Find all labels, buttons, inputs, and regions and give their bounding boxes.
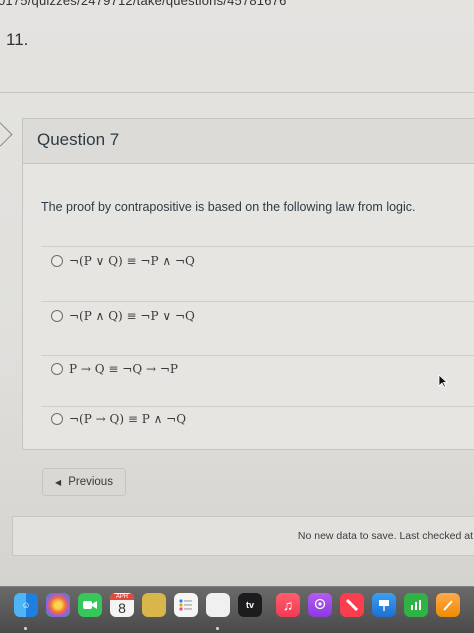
dock-running-indicator: [216, 627, 219, 630]
answer-label: P → Q ≡ ¬Q → ¬P: [69, 362, 178, 376]
calendar-day: 8: [118, 600, 126, 616]
apple-tv-icon[interactable]: tv: [238, 593, 262, 617]
autosave-status-bar: No new data to save. Last checked at: [12, 516, 474, 556]
radio-button[interactable]: [51, 363, 63, 375]
answer-label: ¬(P ∨ Q) ≡ ¬P ∧ ¬Q: [69, 254, 195, 268]
radio-button[interactable]: [51, 255, 63, 267]
arrow-left-icon: ◀: [55, 477, 62, 487]
answer-label: ¬(P → Q) ≡ P ∧ ¬Q: [69, 412, 187, 426]
question-card: Question 7 The proof by contrapositive i…: [22, 118, 474, 450]
answer-option-2[interactable]: ¬(P ∧ Q) ≡ ¬P ∨ ¬Q: [51, 306, 195, 326]
section-divider: [0, 92, 474, 93]
calendar-icon[interactable]: APR 8: [110, 593, 134, 617]
previous-button[interactable]: ◀ Previous: [42, 468, 126, 496]
music-icon[interactable]: ♫: [276, 593, 300, 617]
question-prompt: The proof by contrapositive is based on …: [41, 200, 416, 214]
question-header: Question 7: [23, 119, 474, 164]
photos-icon[interactable]: [46, 593, 70, 617]
podcasts-icon[interactable]: [308, 593, 332, 617]
answer-option-3[interactable]: P → Q ≡ ¬Q → ¬P: [51, 359, 178, 379]
numbers-icon[interactable]: [404, 593, 428, 617]
pages-icon[interactable]: [436, 593, 460, 617]
keynote-icon[interactable]: [372, 593, 396, 617]
answer-divider: [41, 406, 474, 407]
answer-divider: [41, 355, 474, 356]
finder-icon[interactable]: ☺: [14, 593, 38, 617]
notes-icon[interactable]: [142, 593, 166, 617]
browser-url[interactable]: 0175/quizzes/2479712/take/questions/4578…: [0, 0, 287, 8]
facetime-icon[interactable]: [78, 593, 102, 617]
previous-question-number: 11.: [6, 30, 29, 49]
question-marker-icon: [0, 122, 13, 147]
answer-option-1[interactable]: ¬(P ∨ Q) ≡ ¬P ∧ ¬Q: [51, 251, 195, 271]
dock-running-indicator: [24, 627, 27, 630]
radio-button[interactable]: [51, 413, 63, 425]
blank-app-icon[interactable]: [206, 593, 230, 617]
apple-tv-label: tv: [245, 600, 254, 610]
mouse-cursor-icon: [438, 374, 448, 388]
macos-dock: ☺ APR 8 tv ♫: [0, 586, 474, 633]
news-icon[interactable]: [340, 593, 364, 617]
radio-button[interactable]: [51, 310, 63, 322]
autosave-status-text: No new data to save. Last checked at: [297, 530, 473, 542]
answer-divider: [41, 301, 474, 302]
answer-divider: [41, 246, 474, 247]
previous-button-label: Previous: [68, 476, 113, 488]
question-title: Question 7: [37, 130, 120, 149]
answer-option-4[interactable]: ¬(P → Q) ≡ P ∧ ¬Q: [51, 409, 186, 429]
reminders-icon[interactable]: [174, 593, 198, 617]
answer-label: ¬(P ∧ Q) ≡ ¬P ∨ ¬Q: [69, 309, 195, 323]
